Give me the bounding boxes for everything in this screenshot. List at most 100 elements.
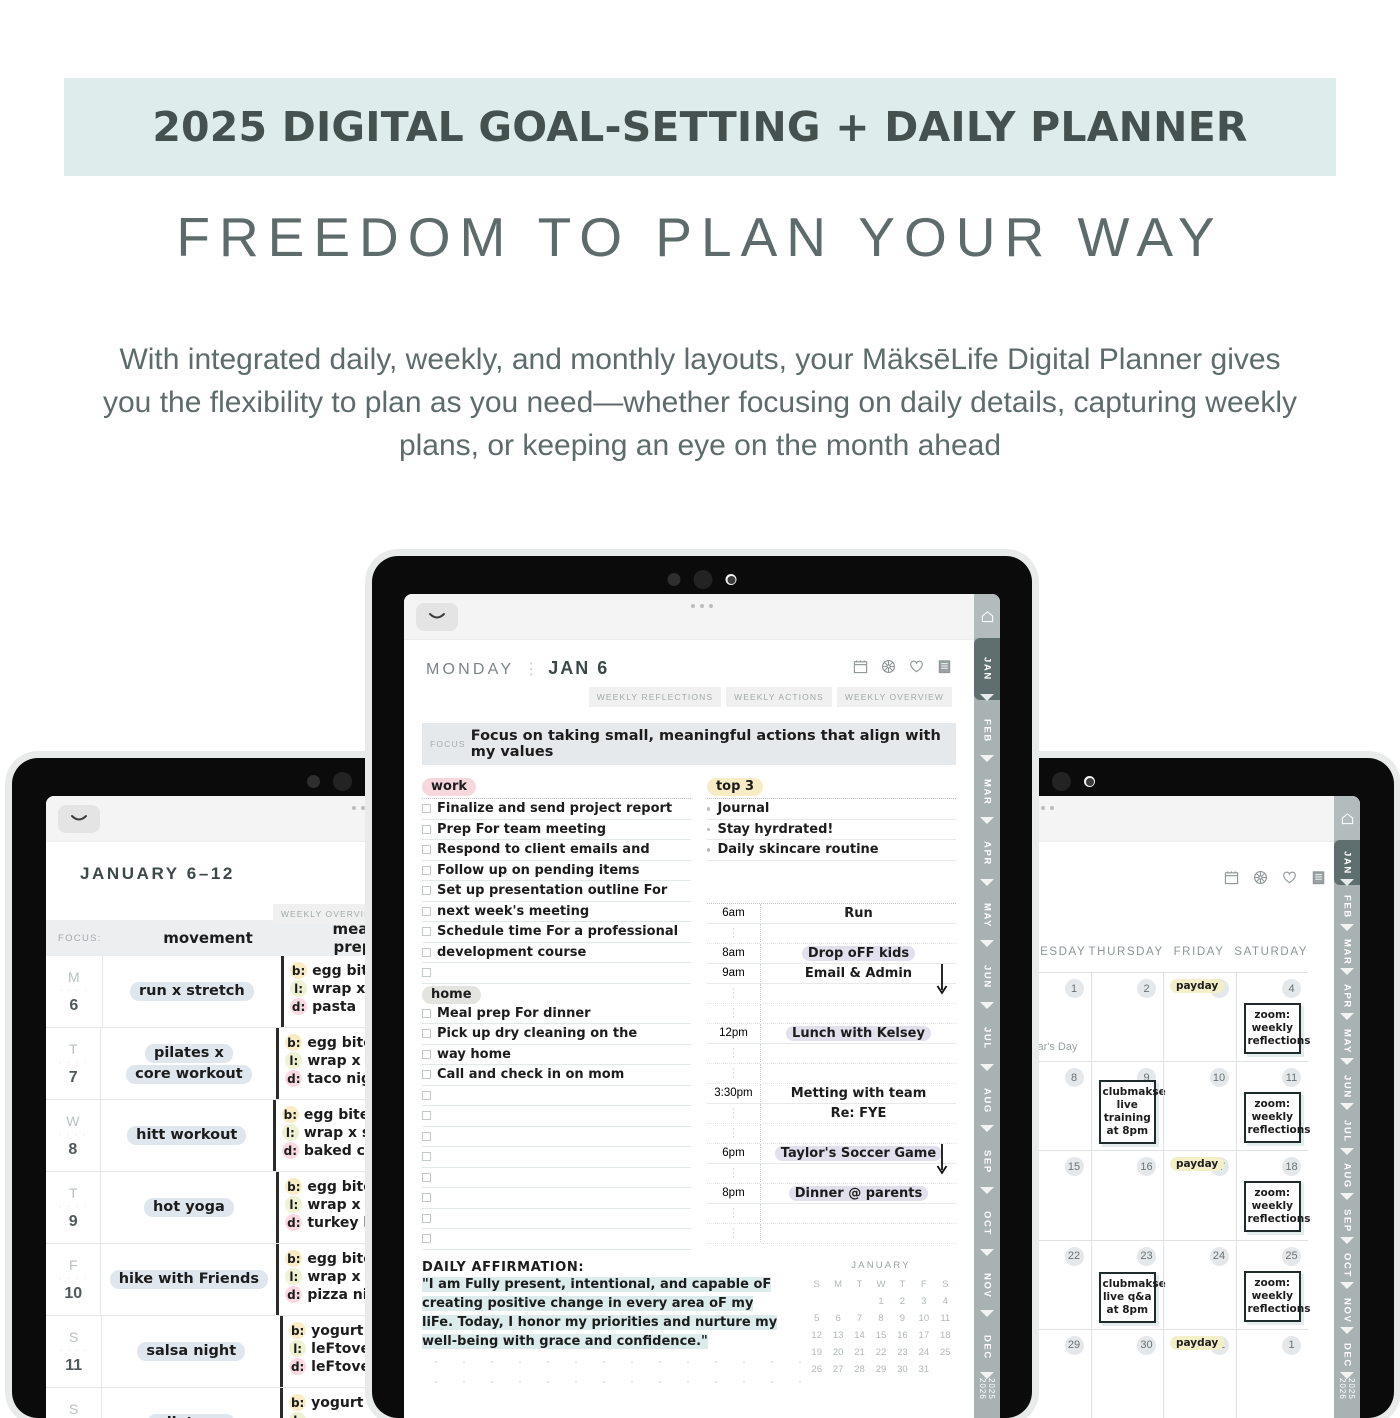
checkbox[interactable]: [422, 968, 431, 977]
timeline-entry[interactable]: Drop oFF kids: [761, 945, 956, 961]
task-row[interactable]: [422, 1229, 691, 1250]
mini-cal-day[interactable]: [849, 1293, 870, 1310]
task-row[interactable]: development course: [422, 943, 691, 964]
task-row[interactable]: [422, 1106, 691, 1127]
mini-cal-day[interactable]: 27: [827, 1361, 848, 1378]
home-button[interactable]: [974, 594, 1000, 638]
mini-cal-day[interactable]: 13: [827, 1327, 848, 1344]
checkbox[interactable]: [422, 1152, 431, 1161]
mini-cal-day[interactable]: 19: [806, 1344, 827, 1361]
month-tab-may[interactable]: MAY: [974, 885, 1000, 947]
task-row[interactable]: [422, 1188, 691, 1209]
month-day-cell[interactable]: 18zoom: weekly reflections: [1236, 1151, 1309, 1239]
checkbox[interactable]: [422, 1070, 431, 1079]
month-tab-dec[interactable]: DEC: [1334, 1333, 1360, 1378]
weekly-movement-cell[interactable]: pilates x: [101, 1388, 280, 1418]
checkbox[interactable]: [422, 1029, 431, 1038]
checkbox[interactable]: [422, 804, 431, 813]
timeline-row[interactable]: ⋮: [707, 1224, 956, 1244]
timeline-row[interactable]: 12pmLunch with Kelsey: [707, 1024, 956, 1044]
month-tab-sep[interactable]: SEP: [974, 1131, 1000, 1193]
timeline-row[interactable]: ⋮Re: FYE: [707, 1104, 956, 1124]
checkbox[interactable]: [422, 927, 431, 936]
mini-cal-day[interactable]: 9: [892, 1310, 913, 1327]
checkbox[interactable]: [422, 907, 431, 916]
timeline-entry[interactable]: Lunch with Kelsey: [761, 1025, 956, 1041]
month-day-cell[interactable]: 11zoom: weekly reflections: [1236, 1062, 1309, 1150]
month-tab-oct[interactable]: OCT: [974, 1193, 1000, 1255]
month-day-cell[interactable]: 9clubmakse live training at 8pm: [1091, 1062, 1164, 1150]
month-tab-nov[interactable]: NOV: [1334, 1288, 1360, 1333]
mini-cal-day[interactable]: 4: [935, 1293, 956, 1310]
collapse-button[interactable]: [58, 805, 100, 833]
checkbox[interactable]: [422, 1091, 431, 1100]
timeline-entry[interactable]: Re: FYE: [761, 1105, 956, 1121]
mini-cal-day[interactable]: 1: [870, 1293, 891, 1310]
mini-cal-day[interactable]: 3: [913, 1293, 934, 1310]
month-tab-jul[interactable]: JUL: [1334, 1109, 1360, 1154]
appbar-menu-dots[interactable]: [352, 806, 374, 810]
wheel-icon[interactable]: [1253, 870, 1268, 885]
year-tab[interactable]: 2025 2026: [1334, 1378, 1360, 1418]
mini-cal-day[interactable]: [935, 1361, 956, 1378]
timeline-entry[interactable]: Dinner @ parents: [761, 1185, 956, 1201]
checkbox[interactable]: [422, 1132, 431, 1141]
month-tab-jan[interactable]: JAN: [974, 638, 1000, 700]
month-day-cell[interactable]: 10: [1163, 1062, 1236, 1150]
task-row[interactable]: [422, 1147, 691, 1168]
task-row[interactable]: Set up presentation outline For: [422, 881, 691, 902]
timeline-row[interactable]: ⋮: [707, 1124, 956, 1144]
top3-item[interactable]: Daily skincare routine: [707, 840, 956, 861]
checkbox[interactable]: [422, 866, 431, 875]
checkbox[interactable]: [422, 1111, 431, 1120]
month-tab-aug[interactable]: AUG: [974, 1070, 1000, 1132]
calendar-icon[interactable]: [1224, 870, 1239, 885]
mini-cal-day[interactable]: 5: [806, 1310, 827, 1327]
year-tab[interactable]: 2025 2026: [974, 1378, 1000, 1418]
mini-cal-day[interactable]: 11: [935, 1310, 956, 1327]
weekly-movement-cell[interactable]: hitt workout: [100, 1100, 273, 1171]
appbar-menu-dots[interactable]: [1032, 806, 1054, 810]
task-row[interactable]: Call and check in on mom: [422, 1065, 691, 1086]
task-row[interactable]: [422, 1209, 691, 1230]
mini-cal-day[interactable]: 10: [913, 1310, 934, 1327]
checkbox[interactable]: [422, 1009, 431, 1018]
tab-weekly-reflections[interactable]: WEEKLY REFLECTIONS: [589, 687, 721, 707]
checkbox[interactable]: [422, 1234, 431, 1243]
month-tab-dec[interactable]: DEC: [974, 1316, 1000, 1378]
heart-icon[interactable]: [1282, 870, 1297, 885]
notebook-icon[interactable]: [937, 659, 952, 674]
mini-cal-day[interactable]: 30: [892, 1361, 913, 1378]
month-day-cell[interactable]: 3payday: [1163, 973, 1236, 1061]
weekly-movement-cell[interactable]: run x stretch: [102, 956, 282, 1027]
mini-cal-day[interactable]: 18: [935, 1327, 956, 1344]
weekly-movement-cell[interactable]: salsa night: [101, 1316, 280, 1387]
appbar-menu-dots[interactable]: [691, 604, 713, 608]
mini-cal-day[interactable]: 31: [913, 1361, 934, 1378]
month-day-cell[interactable]: 2: [1091, 973, 1164, 1061]
month-tab-mar[interactable]: MAR: [974, 761, 1000, 823]
checkbox[interactable]: [422, 948, 431, 957]
tab-weekly-overview[interactable]: WEEKLY OVERVIEW: [837, 687, 952, 707]
calendar-icon[interactable]: [853, 659, 868, 674]
timeline-entry[interactable]: Metting with team: [761, 1085, 956, 1101]
mini-cal-day[interactable]: 14: [849, 1327, 870, 1344]
task-row[interactable]: Respond to client emails and: [422, 840, 691, 861]
timeline-row[interactable]: ⋮: [707, 1164, 956, 1184]
month-tab-apr[interactable]: APR: [1334, 974, 1360, 1019]
month-tab-jan[interactable]: JAN: [1334, 840, 1360, 885]
month-tab-nov[interactable]: NOV: [974, 1255, 1000, 1317]
month-tab-may[interactable]: MAY: [1334, 1019, 1360, 1064]
month-day-cell[interactable]: 23clubmakse live q&a at 8pm: [1091, 1241, 1164, 1329]
checkbox[interactable]: [422, 1214, 431, 1223]
mini-cal-day[interactable]: 24: [913, 1344, 934, 1361]
timeline-row[interactable]: 8pmDinner @ parents: [707, 1184, 956, 1204]
checkbox[interactable]: [422, 1193, 431, 1202]
mini-cal-day[interactable]: 21: [849, 1344, 870, 1361]
task-row[interactable]: Schedule time For a professional: [422, 922, 691, 943]
task-row[interactable]: next week's meeting: [422, 902, 691, 923]
top3-item[interactable]: Journal: [707, 799, 956, 820]
mini-cal-day[interactable]: 25: [935, 1344, 956, 1361]
task-row[interactable]: Pick up dry cleaning on the: [422, 1024, 691, 1045]
month-day-cell[interactable]: 24: [1163, 1241, 1236, 1329]
